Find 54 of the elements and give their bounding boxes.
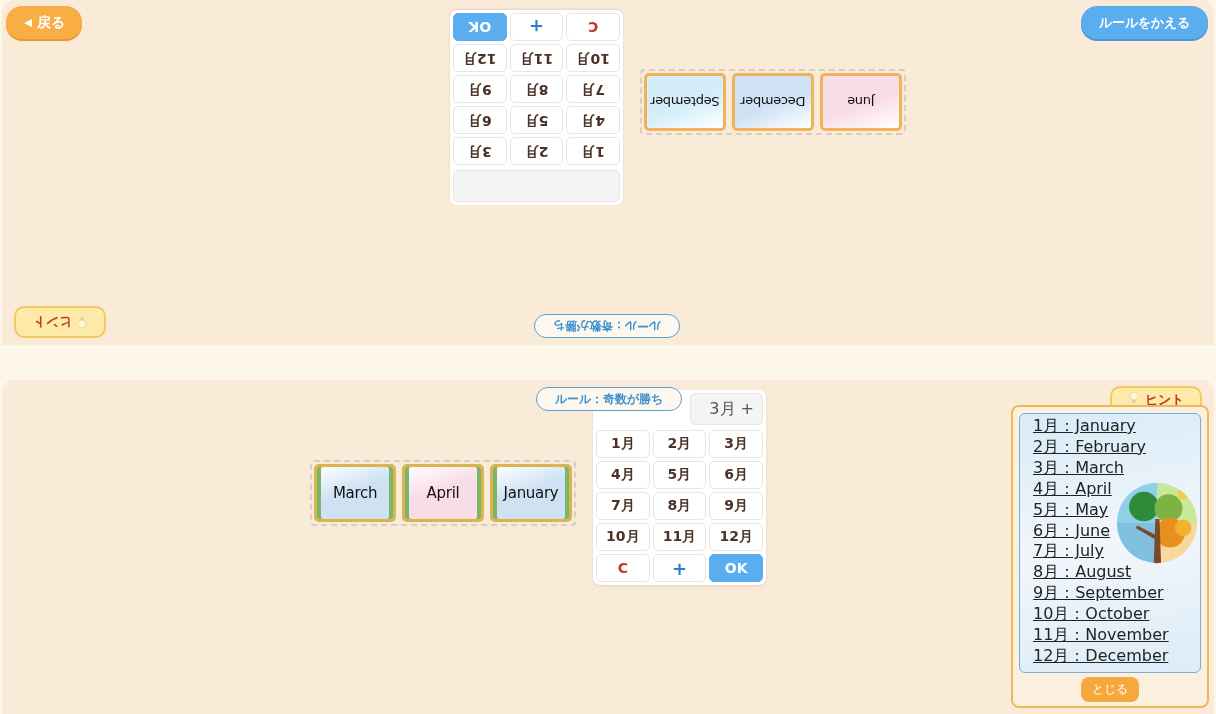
keypad-key[interactable]: 6月 [709,461,763,489]
keypad-key[interactable]: 11月 [652,523,707,551]
month-card[interactable]: December [732,73,814,131]
keypad-key[interactable]: + [652,554,707,582]
keypad-key[interactable]: C [596,554,650,582]
keypad-key[interactable]: + [509,13,564,41]
keypad-key[interactable]: 3月 [453,137,507,165]
month-card[interactable]: January [490,464,572,522]
keypad-key[interactable]: 8月 [652,492,707,520]
rule-label: ルール：奇数が勝ち [534,314,680,338]
keypad-key[interactable]: 1月 [596,430,650,458]
keypad-key[interactable]: C [566,13,620,41]
keypad-key[interactable]: 1月 [566,137,620,165]
keypad-key[interactable]: 9月 [709,492,763,520]
month-name-text: 6月：June [1033,520,1112,542]
keypad-key[interactable]: 4月 [566,106,620,134]
keypad-key[interactable]: 4月 [596,461,650,489]
month-name-text: 7月：July [1033,541,1105,563]
keypad-key[interactable]: 9月 [453,75,507,103]
month-name-text: 2月：February [1033,436,1148,458]
keypad-key[interactable]: 7月 [596,492,650,520]
month-name-text: 11月：November [1033,625,1170,646]
answer-field[interactable]: 3月 + [690,393,763,425]
month-name-text: 9月：September [1033,583,1165,605]
keypad-key[interactable]: 7月 [566,75,620,103]
light-bulb-icon [77,315,88,329]
keypad-key[interactable]: 5月 [509,106,564,134]
back-arrow-icon [23,17,33,28]
keypad-key[interactable]: 11月 [509,44,564,72]
keypad-key[interactable]: 6月 [453,106,507,134]
month-name-text: 8月：August [1033,562,1133,584]
keypad-key[interactable]: 10月 [566,44,620,72]
keypad-key[interactable]: 3月 [709,430,763,458]
month-name-text: 5月：May [1033,499,1110,521]
keypad-key[interactable]: 8月 [509,75,564,103]
keypad-key[interactable]: 2月 [652,430,707,458]
keypad-key[interactable]: 2月 [509,137,564,165]
month-card[interactable]: March [314,464,396,522]
rule-label: ルール：奇数が勝ち [536,387,682,411]
month-name-text: 12月：December [1033,645,1170,667]
answer-field[interactable] [453,170,620,202]
month-card[interactable]: June [820,73,902,131]
month-name-text: 10月：October [1033,604,1151,626]
month-name-text: 3月：March [1033,457,1125,479]
month-name-text: 4月：April [1033,478,1113,500]
keypad-key[interactable]: 12月 [453,44,507,72]
keypad-key[interactable]: 10月 [596,523,650,551]
keypad-key[interactable]: 5月 [652,461,707,489]
keypad-key[interactable]: 12月 [709,523,763,551]
light-bulb-icon [1128,391,1139,405]
hint-button[interactable]: ヒント [14,306,106,338]
month-card[interactable]: April [402,464,484,522]
month-name-text: 1月：January [1033,416,1137,437]
month-card[interactable]: September [644,73,726,131]
